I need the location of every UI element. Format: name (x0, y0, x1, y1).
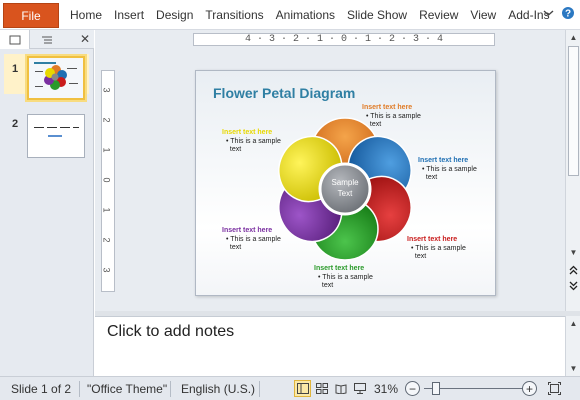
ribbon-tabs: Home Insert Design Transitions Animation… (64, 0, 556, 30)
minimize-ribbon-icon[interactable] (543, 8, 554, 21)
label-bullet-green: • This is a sample text (318, 274, 373, 289)
center-text: Sample Text (320, 177, 370, 199)
vertical-ruler: 3 2 1 0 1 2 3 (101, 70, 115, 292)
zoom-level[interactable]: 31% (374, 382, 398, 396)
file-tab[interactable]: File (3, 3, 59, 28)
slide-editing-area: 4 · 3 · 2 · 1 · 0 · 1 · 2 · 3 · 4 3 2 1 … (95, 30, 565, 311)
theme-name[interactable]: "Office Theme" (87, 382, 167, 396)
next-slide-icon[interactable] (566, 279, 580, 293)
bullet-text: This is a sample (370, 113, 421, 120)
vruler-tick: 3 (101, 87, 112, 93)
zoom-out-icon[interactable]: − (405, 381, 420, 396)
ribbon-tab-bar: File Home Insert Design Transitions Anim… (0, 0, 580, 30)
scroll-thumb[interactable] (568, 46, 579, 176)
label-heading-orange: Insert text here (362, 104, 413, 111)
status-divider (259, 381, 260, 397)
tab-view[interactable]: View (464, 0, 502, 30)
status-bar: Slide 1 of 2 "Office Theme" English (U.S… (0, 376, 580, 400)
bullet-text: text (425, 174, 438, 181)
slide-sorter-icon[interactable] (313, 380, 330, 397)
slide-canvas[interactable]: Flower Petal Diagram Sample Text Insert … (195, 70, 496, 296)
label-heading-red: Insert text here (407, 236, 458, 243)
tab-review[interactable]: Review (413, 0, 464, 30)
normal-view-icon[interactable] (294, 380, 311, 397)
status-divider (79, 381, 80, 397)
label-bullet-red: • This is a sample text (411, 245, 466, 260)
tab-slide-show[interactable]: Slide Show (341, 0, 413, 30)
reading-view-icon[interactable] (332, 380, 349, 397)
slide-count: Slide 1 of 2 (11, 382, 72, 396)
vruler-tick: 0 (101, 177, 112, 183)
slides-panel: ✕ 1 2 (0, 30, 94, 376)
vruler-tick: 1 (101, 207, 112, 213)
zoom-in-icon[interactable]: + (522, 381, 537, 396)
label-heading-purple: Insert text here (222, 227, 273, 234)
vruler-tick: 1 (101, 147, 112, 153)
notes-scroll-up-icon[interactable]: ▲ (566, 316, 580, 330)
label-heading-yellow: Insert text here (222, 129, 273, 136)
bullet-text: text (321, 282, 334, 289)
outline-tab[interactable] (32, 30, 62, 49)
previous-slide-icon[interactable] (566, 263, 580, 277)
label-bullet-blue: • This is a sample text (422, 166, 477, 181)
bullet-text: This is a sample (415, 245, 466, 252)
slides-tab[interactable] (0, 30, 30, 49)
slide-number-2: 2 (12, 118, 19, 130)
tab-transitions[interactable]: Transitions (199, 0, 269, 30)
bullet-text: text (229, 244, 242, 251)
bullet-text: This is a sample (230, 138, 281, 145)
zoom-slider-knob[interactable] (432, 382, 440, 395)
label-bullet-purple: • This is a sample text (226, 236, 281, 251)
slide-number-1: 1 (12, 63, 19, 75)
slide-vertical-scrollbar[interactable]: ▲ ▼ (565, 30, 580, 311)
bullet-text: This is a sample (322, 274, 373, 281)
scroll-down-icon[interactable]: ▼ (566, 245, 580, 259)
notes-placeholder[interactable]: Click to add notes (107, 323, 234, 341)
language-indicator[interactable]: English (U.S.) (181, 382, 255, 396)
vruler-tick: 3 (101, 267, 112, 273)
slides-tab-icon (9, 35, 20, 44)
tab-animations[interactable]: Animations (270, 0, 341, 30)
label-heading-green: Insert text here (314, 265, 365, 272)
status-divider (170, 381, 171, 397)
scroll-up-icon[interactable]: ▲ (566, 30, 580, 44)
label-heading-blue: Insert text here (418, 157, 469, 164)
bullet-text: text (369, 121, 382, 128)
horizontal-ruler-scale: 4 · 3 · 2 · 1 · 0 · 1 · 2 · 3 · 4 (193, 33, 495, 46)
bullet-text: This is a sample (230, 236, 281, 243)
horizontal-ruler: 4 · 3 · 2 · 1 · 0 · 1 · 2 · 3 · 4 (193, 30, 553, 48)
center-text-line: Text (337, 189, 353, 198)
notes-scroll-down-icon[interactable]: ▼ (566, 361, 580, 375)
slide-show-icon[interactable] (351, 380, 368, 397)
slide-thumbnail-2[interactable] (27, 114, 85, 158)
tab-design[interactable]: Design (150, 0, 199, 30)
tab-insert[interactable]: Insert (108, 0, 150, 30)
vruler-tick: 2 (101, 237, 112, 243)
slide-2-thumbnail-icon (28, 115, 84, 157)
help-icon[interactable]: ? (561, 6, 575, 23)
label-bullet-orange: • This is a sample text (366, 113, 421, 128)
close-panel-icon[interactable]: ✕ (80, 32, 90, 46)
slide-thumbnail-1[interactable] (27, 56, 85, 100)
flower-thumbnail-icon (29, 58, 83, 98)
fit-slide-icon[interactable] (546, 380, 563, 397)
notes-pane[interactable]: Click to add notes (95, 316, 565, 376)
bullet-text: This is a sample (426, 166, 477, 173)
bullet-text: text (414, 253, 427, 260)
notes-scrollbar[interactable]: ▲ ▼ (565, 316, 580, 376)
vruler-tick: 2 (101, 117, 112, 123)
center-text-line: Sample (331, 178, 359, 187)
bullet-text: text (229, 146, 242, 153)
outline-tab-icon (42, 36, 52, 43)
tab-home[interactable]: Home (64, 0, 108, 30)
panel-tabs: ✕ (0, 30, 94, 49)
svg-text:?: ? (565, 9, 571, 20)
label-bullet-yellow: • This is a sample text (226, 138, 281, 153)
